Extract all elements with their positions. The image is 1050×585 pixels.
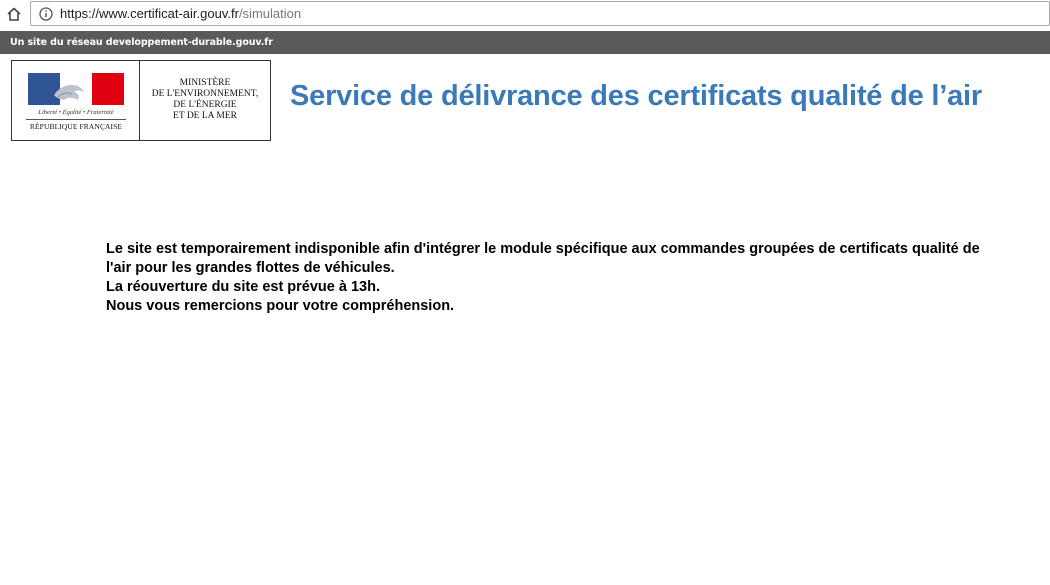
motto: Liberté • Égalité • Fraternité (38, 109, 114, 116)
maintenance-message: Le site est temporairement indisponible … (106, 240, 1006, 316)
home-button[interactable] (4, 5, 24, 23)
message-paragraph: Le site est temporairement indisponible … (106, 241, 980, 276)
ministry-name: MINISTÈRE DE L'ENVIRONNEMENT, DE L'ÉNERG… (140, 61, 270, 140)
network-link[interactable]: Un site du réseau developpement-durable.… (10, 37, 273, 48)
ministry-line: MINISTÈRE (179, 77, 231, 88)
ministry-line: ET DE LA MER (173, 110, 237, 121)
url-text: https://www.certificat-air.gouv.fr/simul… (60, 6, 301, 21)
url-path: /simulation (238, 6, 302, 21)
ministry-line: DE L'ENVIRONNEMENT, (151, 88, 259, 99)
address-bar[interactable]: https://www.certificat-air.gouv.fr/simul… (30, 1, 1050, 26)
ministry-logo[interactable]: Liberté • Égalité • Fraternité RÉPUBLIQU… (11, 60, 271, 141)
browser-toolbar: https://www.certificat-air.gouv.fr/simul… (0, 0, 1050, 30)
motto-divider (26, 119, 126, 120)
ministry-line: DE L'ÉNERGIE (173, 99, 237, 110)
marianne-flag-icon (28, 73, 124, 105)
republique-francaise: RÉPUBLIQUE FRANÇAISE (29, 122, 123, 131)
url-host: https://www.certificat-air.gouv.fr (60, 6, 239, 21)
home-icon (7, 7, 21, 21)
reopening-notice: La réouverture du site est prévue à 13h. (106, 279, 380, 295)
page-title: Service de délivrance des certificats qu… (290, 80, 982, 112)
marianne-block: Liberté • Égalité • Fraternité RÉPUBLIQU… (12, 61, 140, 140)
info-icon[interactable] (38, 6, 54, 22)
thanks-notice: Nous vous remercions pour votre compréhe… (106, 298, 455, 314)
network-banner: Un site du réseau developpement-durable.… (0, 31, 1050, 54)
